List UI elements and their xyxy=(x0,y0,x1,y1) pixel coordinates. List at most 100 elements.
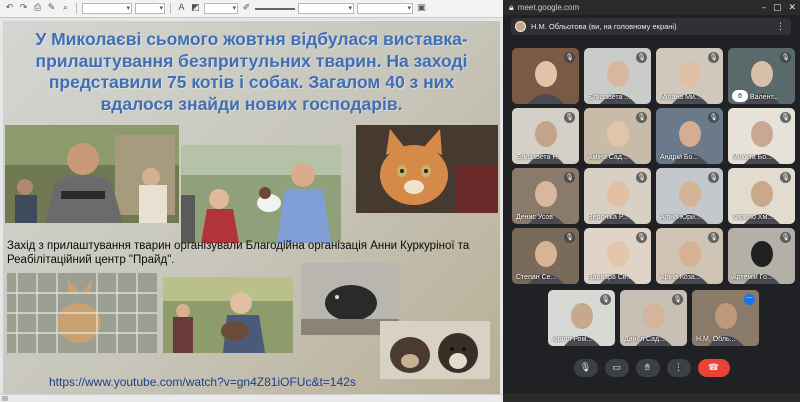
mic-off-icon: 🎙︎ xyxy=(780,172,791,183)
print-icon[interactable]: ⎙ xyxy=(32,3,43,14)
avatar xyxy=(515,21,526,32)
font-size-select[interactable] xyxy=(135,3,165,14)
slide-title: У Миколаєві сьомого жовтня відбулася вис… xyxy=(35,29,468,114)
redo-icon[interactable]: ↷ xyxy=(18,3,29,14)
participant-name: Єлизавета ... xyxy=(588,94,631,101)
participant-tile[interactable]: 🎙︎ Єлизавета Р... xyxy=(512,108,579,164)
highlight-icon[interactable]: ◩ xyxy=(190,3,201,14)
participant-name: Степан Се... xyxy=(516,274,557,281)
participant-tile[interactable]: 🎙︎ Артемій Го... xyxy=(728,228,795,284)
style-select[interactable] xyxy=(204,3,238,14)
participant-tile[interactable]: 🎙︎ Аміна Сад... xyxy=(584,108,651,164)
more-options-icon[interactable]: ⋮ xyxy=(666,359,691,377)
microphone-icon[interactable]: 🎙︎ xyxy=(573,359,598,377)
participant-tile[interactable]: 🎙︎ Єлизавета ... xyxy=(584,48,651,104)
more-options-icon[interactable]: ⋮ xyxy=(776,22,785,32)
scrollbar-thumb[interactable] xyxy=(2,396,8,401)
taskbar xyxy=(503,393,800,402)
mic-off-icon: 🎙︎ xyxy=(636,112,647,123)
photo-woman-with-dog xyxy=(163,277,293,353)
line-weight-icon[interactable] xyxy=(255,7,295,10)
mic-off-icon: 🎙︎ xyxy=(708,232,719,243)
format-toolbar: ↶ ↷ ⎙ ✎ ⌕ A ◩ ✐ ▣ xyxy=(0,0,503,18)
mic-off-icon: 🎙︎ xyxy=(708,172,719,183)
participant-tile[interactable]: 🎙︎ Варвара Св... xyxy=(584,228,651,284)
mic-off-icon: 🎙︎ xyxy=(780,52,791,63)
participant-name: Аміна Сад... xyxy=(588,154,628,161)
end-call-icon[interactable]: ☎︎ xyxy=(697,359,730,377)
participant-name: Денис Усов xyxy=(516,214,554,221)
lock-icon: 🔒︎ xyxy=(509,2,514,13)
mic-off-icon: 🎙︎ xyxy=(672,294,683,305)
zoom-icon[interactable]: ⌕ xyxy=(60,3,71,14)
insert-image-icon[interactable]: ▣ xyxy=(416,3,427,14)
photo-two-puppies xyxy=(380,321,490,379)
participant-tile[interactable]: 🎙︎ Микита Бо... xyxy=(728,108,795,164)
mic-off-icon: 🎙︎ xyxy=(780,112,791,123)
participant-tile[interactable]: 🎙︎ Аріна Коза... xyxy=(656,228,723,284)
participant-name: Варвара Св... xyxy=(588,274,633,281)
participant-tile[interactable]: 🎙︎ Андрій Бо... xyxy=(656,108,723,164)
mic-off-icon: 🎙︎ xyxy=(564,52,575,63)
more-options-icon[interactable]: ⋯ xyxy=(744,294,755,305)
participant-name: Кірілл Ром... xyxy=(552,336,593,343)
participant-tile[interactable]: 🎙︎ xyxy=(512,48,579,104)
border-color-icon[interactable]: ✐ xyxy=(241,3,252,14)
mic-off-icon: 🎙︎ xyxy=(600,294,611,305)
line-dash-select[interactable] xyxy=(298,3,354,14)
participant-name: Мілана Ми... xyxy=(660,94,701,101)
mic-off-icon: 🎙︎ xyxy=(636,172,647,183)
participant-name: Кирило Хм... xyxy=(732,214,774,221)
participant-tile[interactable]: 🎙︎ Денис Усов xyxy=(512,168,579,224)
paint-format-icon[interactable]: ✎ xyxy=(46,3,57,14)
photo-man-smiling xyxy=(5,125,179,223)
participant-name: Артемій Го... xyxy=(732,274,773,281)
close-icon[interactable]: ✕ xyxy=(788,3,796,13)
mic-off-icon: 🎙︎ xyxy=(636,232,647,243)
mic-off-icon: 🎙︎ xyxy=(636,52,647,63)
slide-canvas[interactable]: У Миколаєві сьомого жовтня відбулася вис… xyxy=(3,21,500,394)
participant-name: Микита Бо... xyxy=(732,154,773,161)
text-color-icon[interactable]: A xyxy=(176,3,187,14)
font-name-select[interactable] xyxy=(82,3,132,14)
participant-name: Н.М. Обль... xyxy=(696,336,736,343)
participant-tile[interactable]: 🎙︎ Мілана Ми... xyxy=(656,48,723,104)
line-end-select[interactable] xyxy=(357,3,413,14)
maximize-icon[interactable]: ▢ xyxy=(773,3,782,13)
participant-name: Валент... xyxy=(750,94,779,101)
raise-hand-icon[interactable]: ✋︎ xyxy=(635,359,660,377)
participant-tile[interactable]: ⋯ Н.М. Обль... xyxy=(692,290,759,346)
toolbar-divider xyxy=(76,3,77,14)
call-controls: 🎙︎ ▭ ✋︎ ⋮ ☎︎ xyxy=(503,354,800,382)
browser-url[interactable]: meet.google.com xyxy=(518,3,579,12)
raised-hand-icon: ✋︎ xyxy=(732,90,748,102)
mic-off-icon: 🎙︎ xyxy=(564,172,575,183)
participant-tile[interactable]: 🎙︎ ✋︎ Валент... xyxy=(728,48,795,104)
participant-tile[interactable]: 🎙︎ Даніїл Сад... xyxy=(620,290,687,346)
youtube-link[interactable]: https://www.youtube.com/watch?v=gn4Z81iO… xyxy=(49,375,356,389)
mic-off-icon: 🎙︎ xyxy=(708,112,719,123)
mic-off-icon: 🎙︎ xyxy=(780,232,791,243)
mic-off-icon: 🎙︎ xyxy=(564,112,575,123)
participant-tile[interactable]: 🎙︎ Кирило Хм... xyxy=(728,168,795,224)
presenter-banner[interactable]: Н.М. Обльотова (ви, на головному екрані)… xyxy=(511,18,791,35)
photo-ginger-kitten xyxy=(356,125,498,213)
mic-off-icon: 🎙︎ xyxy=(708,52,719,63)
presentation-editor: ↶ ↷ ⎙ ✎ ⌕ A ◩ ✐ ▣ У Миколаєві сьомого жо… xyxy=(0,0,503,402)
participant-name: Андрій Бо... xyxy=(660,154,699,161)
presenter-label: Н.М. Обльотова (ви, на головному екрані) xyxy=(531,22,677,31)
participant-tile[interactable]: 🎙︎ Кірілл Ром... xyxy=(548,290,615,346)
participant-tile[interactable]: 🎙︎ Аліна Юри... xyxy=(656,168,723,224)
participant-name: Єлизавета Р... xyxy=(516,154,562,161)
toolbar-divider xyxy=(170,3,171,14)
participant-name: Даніїл Сад... xyxy=(624,336,665,343)
photo-dog-in-cage xyxy=(7,273,157,353)
participant-name: Вероніка Р... xyxy=(588,214,629,221)
participant-tile[interactable]: 🎙︎ Вероніка Р... xyxy=(584,168,651,224)
participant-tile[interactable]: 🎙︎ Степан Се... xyxy=(512,228,579,284)
slide-body-text: Захід з прилаштування тварин організувал… xyxy=(7,240,470,266)
undo-icon[interactable]: ↶ xyxy=(4,3,15,14)
horizontal-scrollbar[interactable] xyxy=(0,394,503,402)
camera-icon[interactable]: ▭ xyxy=(604,359,629,377)
minimize-icon[interactable]: – xyxy=(761,3,766,13)
